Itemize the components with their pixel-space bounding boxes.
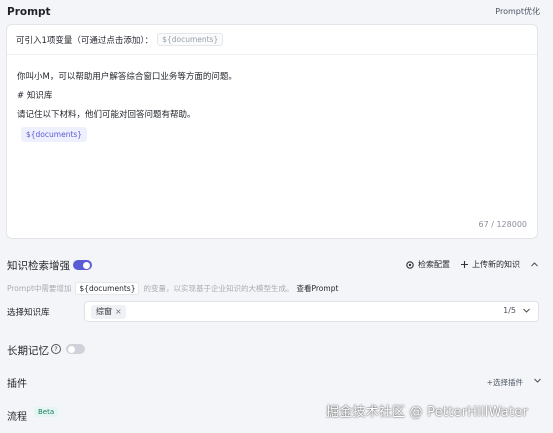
remove-tag-icon[interactable]: × [115, 305, 122, 319]
view-prompt-link[interactable]: 查看Prompt [296, 283, 338, 294]
long-term-memory-title: 长期记忆 [7, 345, 49, 357]
prompt-line: 请记住以下材料，他们可能对回答问题有帮助。 [17, 110, 196, 120]
char-count: 67 / 128000 [478, 220, 528, 229]
chevron-up-icon[interactable] [530, 260, 539, 269]
toggle-knob [83, 261, 90, 269]
chevron-down-icon[interactable] [522, 306, 531, 315]
retrieval-config-label: 检索配置 [418, 260, 450, 269]
help-icon[interactable]: ? [51, 344, 61, 354]
flow-title: 流程 [7, 412, 27, 423]
hint-suffix: 的变量，以实现基于企业知识的大模型生成。 [143, 284, 294, 293]
knowledge-hint: Prompt中需要增加 ${documents} 的变量，以实现基于企业知识的大… [7, 282, 338, 295]
knowledge-base-select[interactable]: 综窗 × 1/5 [84, 301, 539, 322]
knowledge-retrieval-title: 知识检索增强 [7, 260, 70, 272]
documents-variable-chip[interactable]: ${documents} [21, 127, 88, 142]
variable-bar: 可引入1项变量（可通过点击添加）： ${documents} [7, 25, 537, 55]
chevron-down-icon[interactable] [533, 376, 542, 385]
select-plugin-button[interactable]: +选择插件 [487, 377, 523, 388]
plugins-title: 插件 [7, 379, 27, 390]
select-knowledge-label: 选择知识库 [7, 308, 50, 318]
prompt-content[interactable]: 你叫小M，可以帮助用户解答综合窗口业务等方面的问题。 # 知识库 请记住以下材料… [17, 68, 237, 145]
selected-count: 1/5 [503, 306, 516, 315]
hint-prefix: Prompt中需要增加 [7, 284, 72, 293]
selected-tag-label: 综窗 [96, 307, 112, 316]
long-term-memory-toggle[interactable] [66, 344, 85, 354]
beta-badge: Beta [34, 407, 59, 417]
prompt-editor[interactable]: 可引入1项变量（可通过点击添加）： ${documents} 你叫小M，可以帮助… [6, 24, 538, 239]
prompt-title: Prompt [7, 6, 51, 18]
selected-knowledge-tag: 综窗 × [91, 305, 126, 319]
knowledge-actions: 检索配置 上传新的知识 [405, 259, 539, 270]
gear-icon [405, 260, 415, 270]
watermark: 掘金技术社区 @ PetterHillWater [326, 405, 529, 420]
toggle-knob [68, 345, 75, 353]
plus-icon [460, 260, 469, 269]
knowledge-retrieval-toggle[interactable] [73, 260, 92, 270]
hint-variable-code: ${documents} [75, 282, 140, 295]
upload-knowledge-label: 上传新的知识 [472, 260, 520, 269]
variable-chip-documents[interactable]: ${documents} [157, 33, 224, 46]
upload-knowledge-button[interactable]: 上传新的知识 [460, 259, 520, 270]
retrieval-config-button[interactable]: 检索配置 [405, 259, 450, 270]
prompt-line: # 知识库 [17, 91, 53, 101]
variable-hint: 可引入1项变量（可通过点击添加）： [16, 35, 154, 46]
prompt-optimize-button[interactable]: Prompt优化 [495, 6, 540, 17]
prompt-line: 你叫小M，可以帮助用户解答综合窗口业务等方面的问题。 [17, 72, 237, 82]
